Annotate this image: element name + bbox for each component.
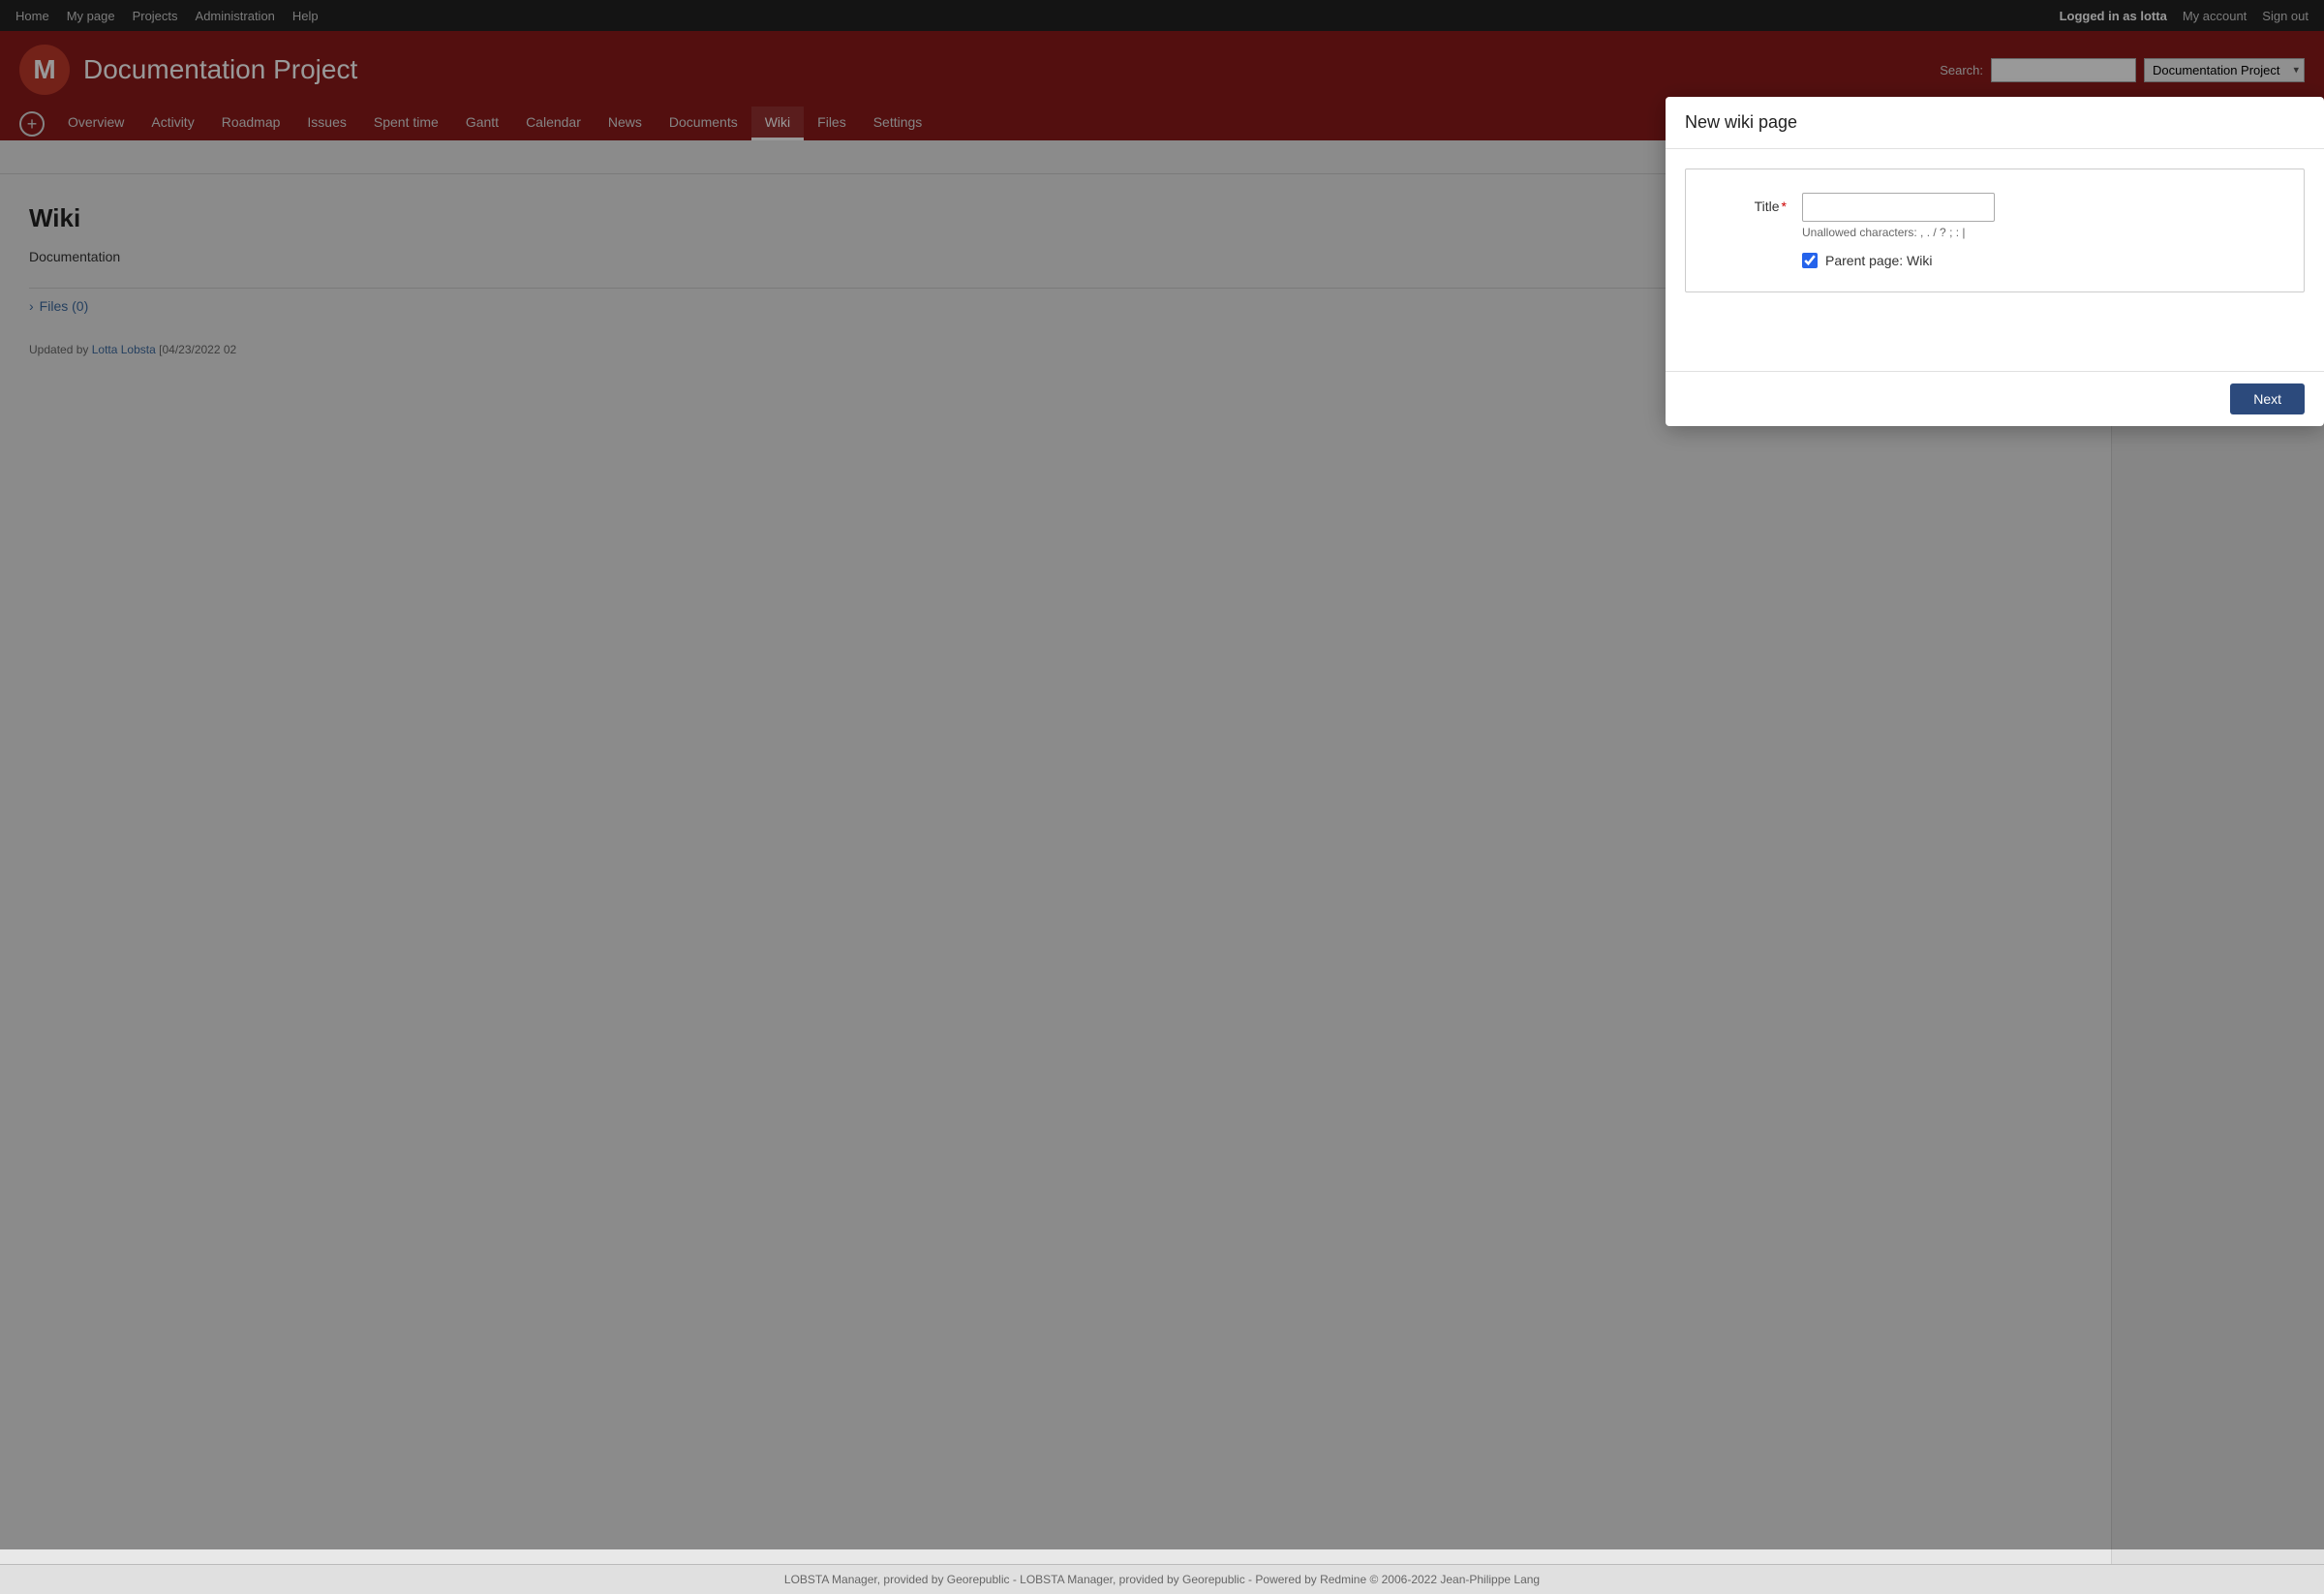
parent-page-checkbox[interactable] xyxy=(1802,253,1818,268)
modal-header: New wiki page xyxy=(1666,97,2324,149)
parent-page-label: Parent page: Wiki xyxy=(1825,253,1933,268)
next-button[interactable]: Next xyxy=(2230,383,2305,414)
wiki-title-input[interactable] xyxy=(1802,193,1995,222)
footer-text: LOBSTA Manager, provided by Georepublic … xyxy=(784,1573,1540,1586)
parent-page-row: Parent page: Wiki xyxy=(1802,253,2280,268)
title-input-area: Unallowed characters: , . / ? ; : | xyxy=(1802,193,2280,239)
title-form-row: Title* Unallowed characters: , . / ? ; :… xyxy=(1709,193,2280,239)
title-hint: Unallowed characters: , . / ? ; : | xyxy=(1802,226,2280,239)
page-footer: LOBSTA Manager, provided by Georepublic … xyxy=(0,1564,2324,1594)
modal-body: Title* Unallowed characters: , . / ? ; :… xyxy=(1666,149,2324,371)
new-wiki-page-dialog: New wiki page Title* Unallowed character… xyxy=(1666,97,2324,426)
required-star: * xyxy=(1782,199,1787,214)
modal-form: Title* Unallowed characters: , . / ? ; :… xyxy=(1685,169,2305,292)
modal-overlay: New wiki page Title* Unallowed character… xyxy=(0,0,2324,1549)
modal-footer: Next xyxy=(1666,371,2324,426)
title-label: Title* xyxy=(1709,193,1787,214)
